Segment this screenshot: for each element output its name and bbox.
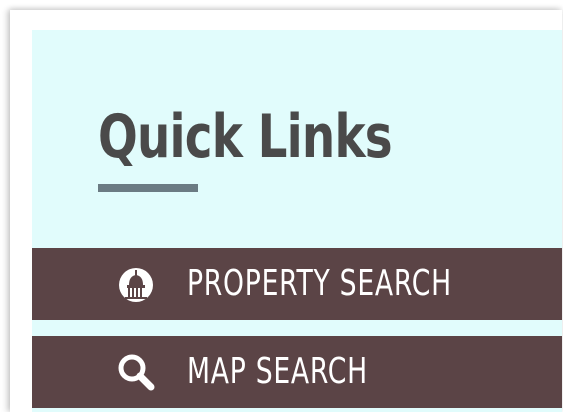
capitol-building-icon <box>116 264 156 304</box>
map-search-label: MAP SEARCH <box>187 351 368 392</box>
magnifier-icon <box>116 352 156 392</box>
property-search-link[interactable]: PROPERTY SEARCH <box>32 248 562 320</box>
property-search-label: PROPERTY SEARCH <box>187 263 452 304</box>
quick-links-panel: Quick Links PROPERTY SEARCH MAP SEARCH <box>32 30 562 412</box>
map-search-link[interactable]: MAP SEARCH <box>32 336 562 408</box>
quick-links-title: Quick Links <box>98 102 393 172</box>
title-underline <box>98 184 198 192</box>
quick-links-widget: Quick Links PROPERTY SEARCH MAP SEARCH <box>10 10 562 412</box>
